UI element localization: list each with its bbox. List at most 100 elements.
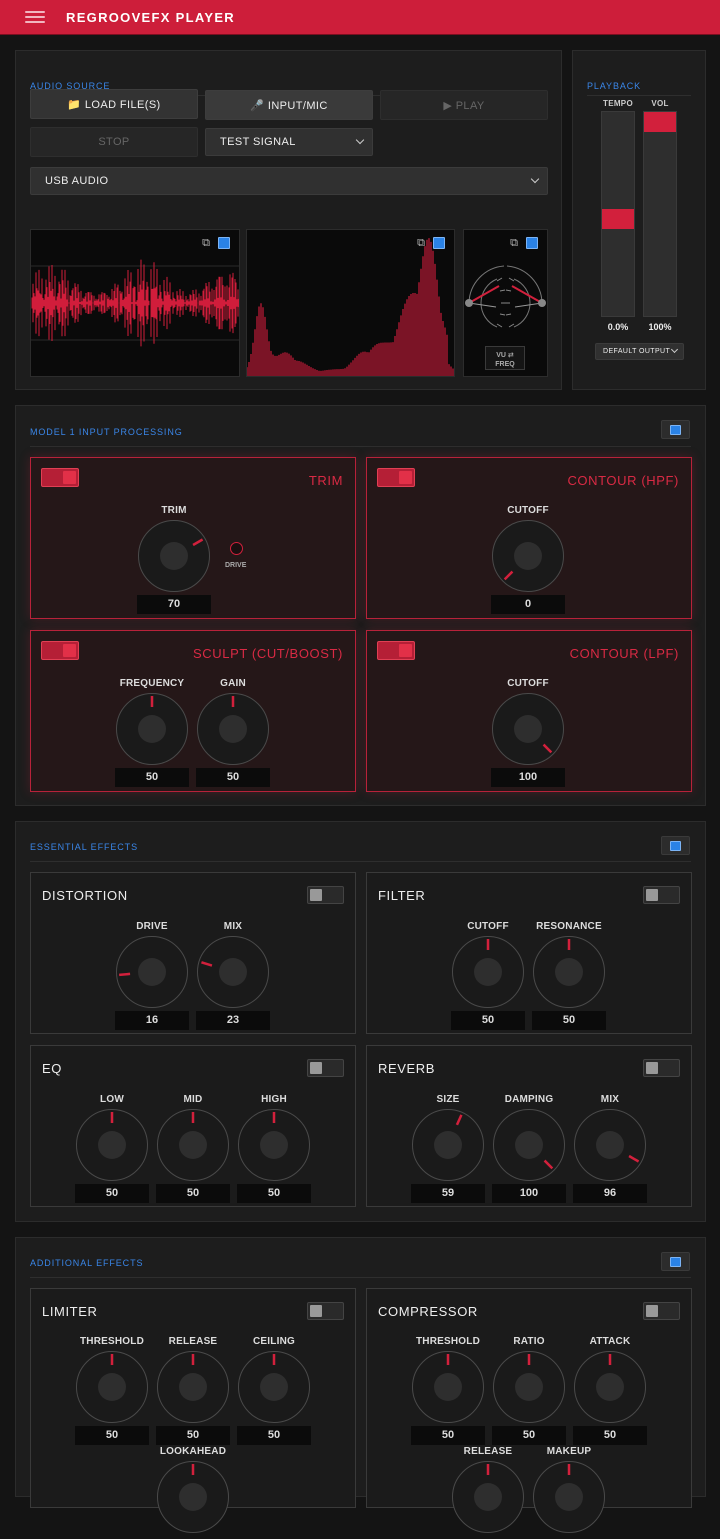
spectrum-plot — [247, 238, 454, 376]
lpf-cutoff-knob[interactable]: CUTOFF 100 — [488, 678, 568, 787]
knob-label: HIGH — [261, 1094, 287, 1105]
device-select[interactable]: USB AUDIO — [30, 167, 548, 195]
eq-toggle[interactable] — [307, 1059, 344, 1077]
knob-dial[interactable] — [573, 1108, 647, 1182]
eq-low-knob[interactable]: LOW 50 — [72, 1094, 152, 1203]
knob-dial[interactable] — [491, 692, 565, 766]
knob-dial[interactable] — [196, 935, 270, 1009]
limiter-release-knob[interactable]: RELEASE 50 — [153, 1336, 233, 1445]
knob-dial[interactable] — [156, 1460, 230, 1534]
knob-dial[interactable] — [75, 1350, 149, 1424]
knob-dial[interactable] — [115, 692, 189, 766]
knob-dial[interactable] — [137, 519, 211, 593]
eq-mid-knob[interactable]: MID 50 — [153, 1094, 233, 1203]
sculpt-toggle[interactable] — [41, 641, 79, 660]
limiter-threshold-knob[interactable]: THRESHOLD 50 — [72, 1336, 152, 1445]
knob-dial[interactable] — [115, 935, 189, 1009]
trim-knob[interactable]: TRIM 70 — [134, 505, 214, 614]
menu-icon[interactable] — [25, 8, 45, 26]
trim-toggle[interactable] — [41, 468, 79, 487]
knob-dial[interactable] — [237, 1350, 311, 1424]
knob-dial[interactable] — [532, 1460, 606, 1534]
compressor-ratio-knob[interactable]: RATIO 50 — [489, 1336, 569, 1445]
waveform-plot — [31, 259, 239, 347]
hpf-cutoff-knob[interactable]: CUTOFF 0 — [488, 505, 568, 614]
knob-dial[interactable] — [532, 935, 606, 1009]
lpf-toggle[interactable] — [377, 641, 415, 660]
knob-label: RELEASE — [168, 1336, 218, 1347]
eq-high-knob[interactable]: HIGH 50 — [234, 1094, 314, 1203]
sculpt-title: SCULPT (CUT/BOOST) — [193, 646, 343, 661]
distortion-toggle[interactable] — [307, 886, 344, 904]
load-files-button[interactable]: 📁 LOAD FILE(S) — [30, 89, 198, 119]
knob-dial[interactable] — [573, 1350, 647, 1424]
reverb-size-knob[interactable]: SIZE 59 — [408, 1094, 488, 1203]
output-select-value: DEFAULT OUTPUT — [603, 348, 671, 355]
essential-title: ESSENTIAL EFFECTS — [30, 842, 138, 852]
knob-dial[interactable] — [491, 519, 565, 593]
knob-dial[interactable] — [75, 1108, 149, 1182]
compressor-toggle[interactable] — [643, 1302, 680, 1320]
filter-resonance-knob[interactable]: RESONANCE 50 — [529, 921, 609, 1030]
knob-value: 16 — [115, 1011, 189, 1030]
distortion-drive-knob[interactable]: DRIVE 16 — [112, 921, 192, 1030]
compressor-title: COMPRESSOR — [378, 1304, 478, 1319]
knob-dial[interactable] — [237, 1108, 311, 1182]
limiter-ceiling-knob[interactable]: CEILING 50 — [234, 1336, 314, 1445]
vol-fader[interactable] — [643, 111, 677, 317]
knob-dial[interactable] — [156, 1108, 230, 1182]
limiter-lookahead-knob[interactable]: LOOKAHEAD — [153, 1446, 233, 1534]
limiter-toggle[interactable] — [307, 1302, 344, 1320]
source-select[interactable]: TEST SIGNAL — [205, 128, 373, 156]
knob-dial[interactable] — [451, 935, 525, 1009]
filter-cutoff-knob[interactable]: CUTOFF 50 — [448, 921, 528, 1030]
compressor-makeup-knob[interactable]: MAKEUP — [529, 1446, 609, 1534]
play-button[interactable]: ▶ PLAY — [380, 90, 548, 120]
knob-value: 50 — [75, 1184, 149, 1203]
knob-indicator — [119, 972, 131, 977]
eq-card: EQ LOW 50 MID 50 HIGH 50 — [30, 1045, 356, 1207]
knob-label: MIX — [223, 921, 243, 932]
compressor-threshold-knob[interactable]: THRESHOLD 50 — [408, 1336, 488, 1445]
compressor-attack-knob[interactable]: ATTACK 50 — [570, 1336, 650, 1445]
reverb-toggle[interactable] — [643, 1059, 680, 1077]
sculpt-gain-knob[interactable]: GAIN 50 — [193, 678, 273, 787]
knob-value: 50 — [156, 1426, 230, 1445]
filter-toggle[interactable] — [643, 886, 680, 904]
knob-dial[interactable] — [492, 1108, 566, 1182]
sculpt-frequency-knob[interactable]: FREQUENCY 50 — [112, 678, 192, 787]
knob-label: RATIO — [513, 1336, 545, 1347]
knob-dial[interactable] — [492, 1350, 566, 1424]
model1-bypass-toggle[interactable] — [661, 420, 690, 439]
distortion-mix-knob[interactable]: MIX 23 — [193, 921, 273, 1030]
knob-dial[interactable] — [411, 1108, 485, 1182]
knob-label: LOOKAHEAD — [159, 1446, 227, 1457]
knob-label: SIZE — [436, 1094, 460, 1105]
reverb-damping-knob[interactable]: DAMPING 100 — [489, 1094, 569, 1203]
knob-dial[interactable] — [196, 692, 270, 766]
knob-dial[interactable] — [411, 1350, 485, 1424]
drive-led-button[interactable] — [230, 542, 243, 555]
limiter-title: LIMITER — [42, 1304, 98, 1319]
hpf-toggle[interactable] — [377, 468, 415, 487]
limiter-card: LIMITER THRESHOLD 50 RELEASE 50 CEILING 50 … — [30, 1288, 356, 1533]
essential-bypass-toggle[interactable] — [661, 836, 690, 855]
vu-freq-toggle[interactable]: VU ⇄ FREQ — [485, 346, 525, 370]
vol-fader-thumb[interactable] — [644, 112, 676, 132]
input-mic-button[interactable]: 🎤 INPUT/MIC — [205, 90, 373, 120]
tempo-label: TEMPO — [603, 99, 633, 108]
divider — [30, 1277, 691, 1278]
tempo-fader[interactable] — [601, 111, 635, 317]
reverb-mix-knob[interactable]: MIX 96 — [570, 1094, 650, 1203]
knob-dial[interactable] — [156, 1350, 230, 1424]
compressor-release-knob[interactable]: RELEASE — [448, 1446, 528, 1534]
stop-button[interactable]: STOP — [30, 127, 198, 157]
tempo-fader-thumb[interactable] — [602, 208, 634, 229]
output-select[interactable]: DEFAULT OUTPUT — [595, 343, 684, 360]
knob-label: FREQUENCY — [119, 678, 185, 689]
additional-bypass-toggle[interactable] — [661, 1252, 690, 1271]
knob-value: 50 — [237, 1426, 311, 1445]
knob-label: TRIM — [161, 505, 187, 516]
trim-title: TRIM — [308, 473, 343, 488]
knob-dial[interactable] — [451, 1460, 525, 1534]
